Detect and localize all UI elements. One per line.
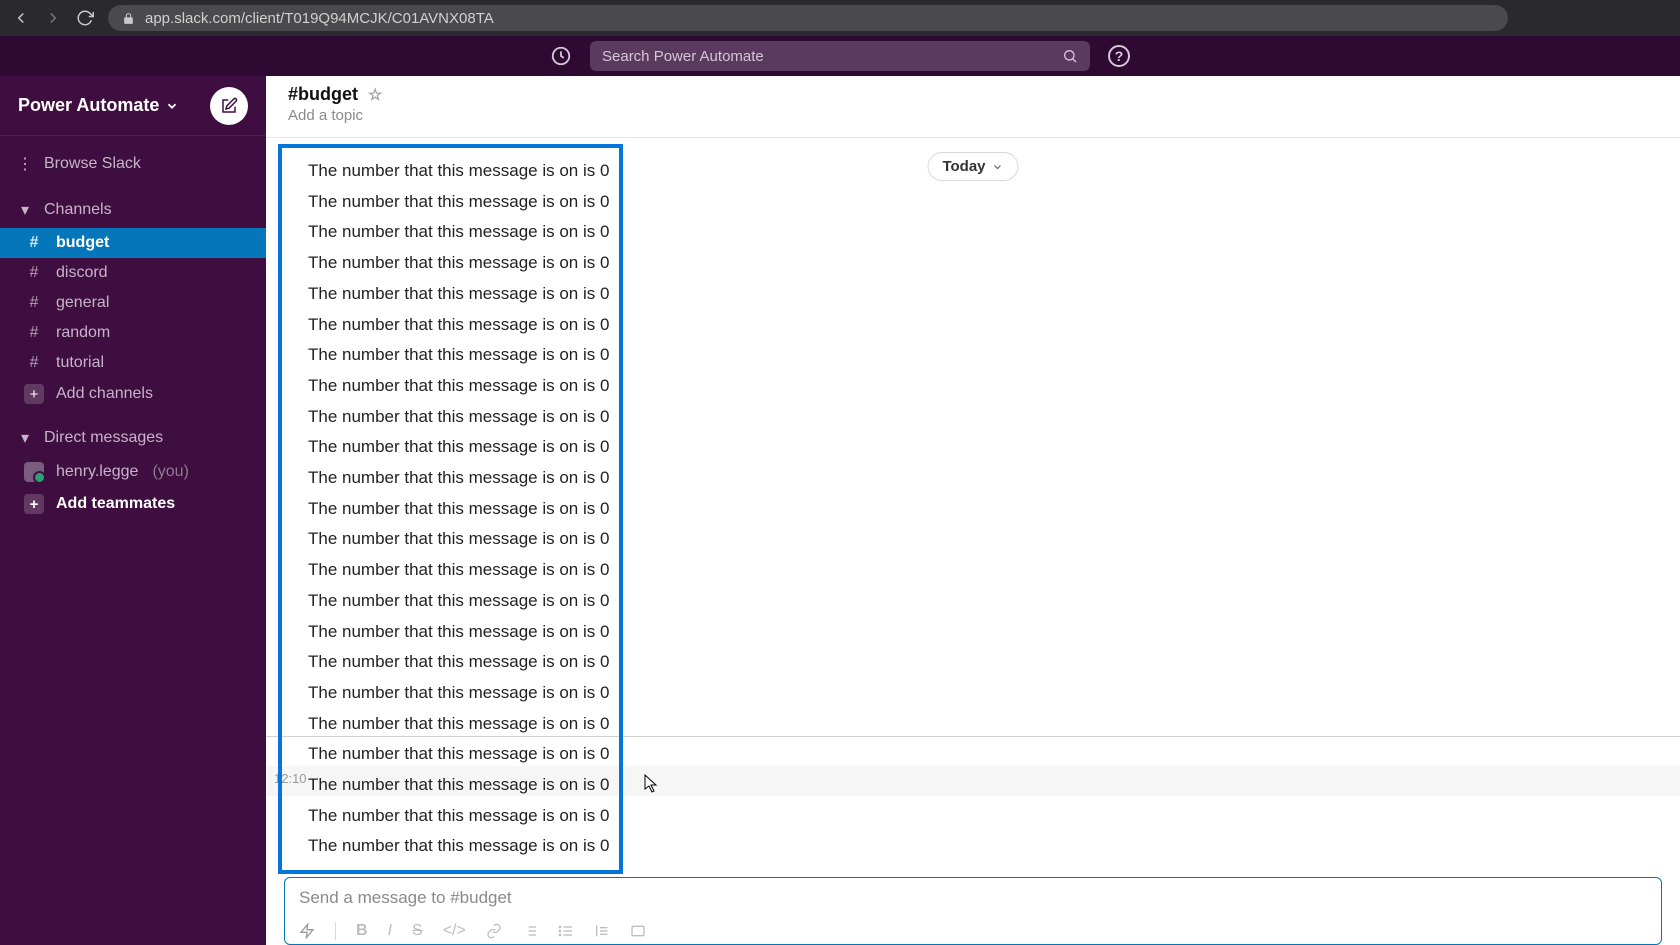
message-text: The number that this message is on is 0 <box>308 524 605 555</box>
message-text: The number that this message is on is 0 <box>308 770 605 801</box>
lock-icon <box>122 12 135 25</box>
history-icon[interactable] <box>550 45 572 67</box>
codeblock-icon[interactable] <box>630 923 646 939</box>
message-text: The number that this message is on is 0 <box>308 432 605 463</box>
message-text: The number that this message is on is 0 <box>308 156 605 187</box>
channel-tutorial[interactable]: #tutorial <box>0 348 266 378</box>
message-text: The number that this message is on is 0 <box>308 831 605 862</box>
channel-discord[interactable]: #discord <box>0 258 266 288</box>
message-text: The number that this message is on is 0 <box>308 187 605 218</box>
message-highlight-box: The number that this message is on is 0 … <box>278 144 623 874</box>
address-bar[interactable]: app.slack.com/client/T019Q94MCJK/C01AVNX… <box>108 5 1508 31</box>
italic-button[interactable]: I <box>388 922 392 940</box>
message-text: The number that this message is on is 0 <box>308 494 605 525</box>
chevron-down-icon <box>165 99 179 113</box>
star-icon[interactable]: ☆ <box>368 85 382 105</box>
browse-slack[interactable]: ⋮Browse Slack <box>0 146 266 182</box>
sidebar: Power Automate ⋮Browse Slack ▾Channels #… <box>0 76 266 945</box>
channels-section[interactable]: ▾Channels <box>0 192 266 228</box>
chevron-down-icon <box>992 161 1004 173</box>
workspace-header[interactable]: Power Automate <box>0 76 266 136</box>
message-text: The number that this message is on is 0 <box>308 647 605 678</box>
message-text: The number that this message is on is 0 <box>308 217 605 248</box>
message-text: The number that this message is on is 0 <box>308 617 605 648</box>
message-text: The number that this message is on is 0 <box>308 371 605 402</box>
strike-button[interactable]: S <box>412 922 423 940</box>
main-pane: #budget ☆ Add a topic 12:10 Today The nu… <box>266 76 1680 945</box>
search-icon <box>1062 48 1078 64</box>
channel-budget[interactable]: #budget <box>0 228 266 258</box>
format-toolbar: B I S </> <box>299 922 1647 940</box>
url-text: app.slack.com/client/T019Q94MCJK/C01AVNX… <box>145 10 494 27</box>
bold-button[interactable]: B <box>356 922 368 940</box>
channel-random[interactable]: #random <box>0 318 266 348</box>
channel-header: #budget ☆ Add a topic <box>266 76 1680 138</box>
dm-self[interactable]: henry.legge (you) <box>0 456 266 488</box>
message-text: The number that this message is on is 0 <box>308 739 605 770</box>
browser-toolbar: app.slack.com/client/T019Q94MCJK/C01AVNX… <box>0 0 1680 36</box>
message-composer[interactable]: Send a message to #budget B I S </> <box>284 877 1662 945</box>
channel-topic[interactable]: Add a topic <box>288 107 1658 124</box>
lightning-icon[interactable] <box>299 923 315 939</box>
channel-general[interactable]: #general <box>0 288 266 318</box>
compose-icon <box>220 97 238 115</box>
message-list: 12:10 Today The number that this message… <box>266 138 1680 877</box>
forward-icon[interactable] <box>44 9 62 27</box>
message-text: The number that this message is on is 0 <box>308 678 605 709</box>
message-text: The number that this message is on is 0 <box>308 555 605 586</box>
link-icon[interactable] <box>486 923 502 939</box>
composer-placeholder: Send a message to #budget <box>299 888 1647 908</box>
add-teammates[interactable]: +Add teammates <box>0 488 266 520</box>
date-pill[interactable]: Today <box>927 152 1018 181</box>
back-icon[interactable] <box>12 9 30 27</box>
blockquote-icon[interactable] <box>594 923 610 939</box>
search-row: Search Power Automate ? <box>0 36 1680 76</box>
message-text: The number that this message is on is 0 <box>308 248 605 279</box>
message-text: The number that this message is on is 0 <box>308 279 605 310</box>
message-text: The number that this message is on is 0 <box>308 340 605 371</box>
channel-title[interactable]: #budget <box>288 84 358 105</box>
dm-section[interactable]: ▾Direct messages <box>0 420 266 456</box>
message-text: The number that this message is on is 0 <box>308 463 605 494</box>
bullet-list-icon[interactable] <box>558 923 574 939</box>
add-channels[interactable]: +Add channels <box>0 378 266 410</box>
help-button[interactable]: ? <box>1108 45 1130 67</box>
code-button[interactable]: </> <box>443 922 466 940</box>
avatar <box>24 462 44 482</box>
ordered-list-icon[interactable] <box>522 923 538 939</box>
workspace-name: Power Automate <box>18 95 159 116</box>
message-text: The number that this message is on is 0 <box>308 586 605 617</box>
message-text: The number that this message is on is 0 <box>308 709 605 740</box>
reload-icon[interactable] <box>76 9 94 27</box>
search-input[interactable]: Search Power Automate <box>590 41 1090 71</box>
compose-button[interactable] <box>210 87 248 125</box>
search-placeholder: Search Power Automate <box>602 48 764 65</box>
message-text: The number that this message is on is 0 <box>308 801 605 832</box>
message-text: The number that this message is on is 0 <box>308 402 605 433</box>
composer-area: Send a message to #budget B I S </> <box>266 877 1680 945</box>
message-text: The number that this message is on is 0 <box>308 310 605 341</box>
